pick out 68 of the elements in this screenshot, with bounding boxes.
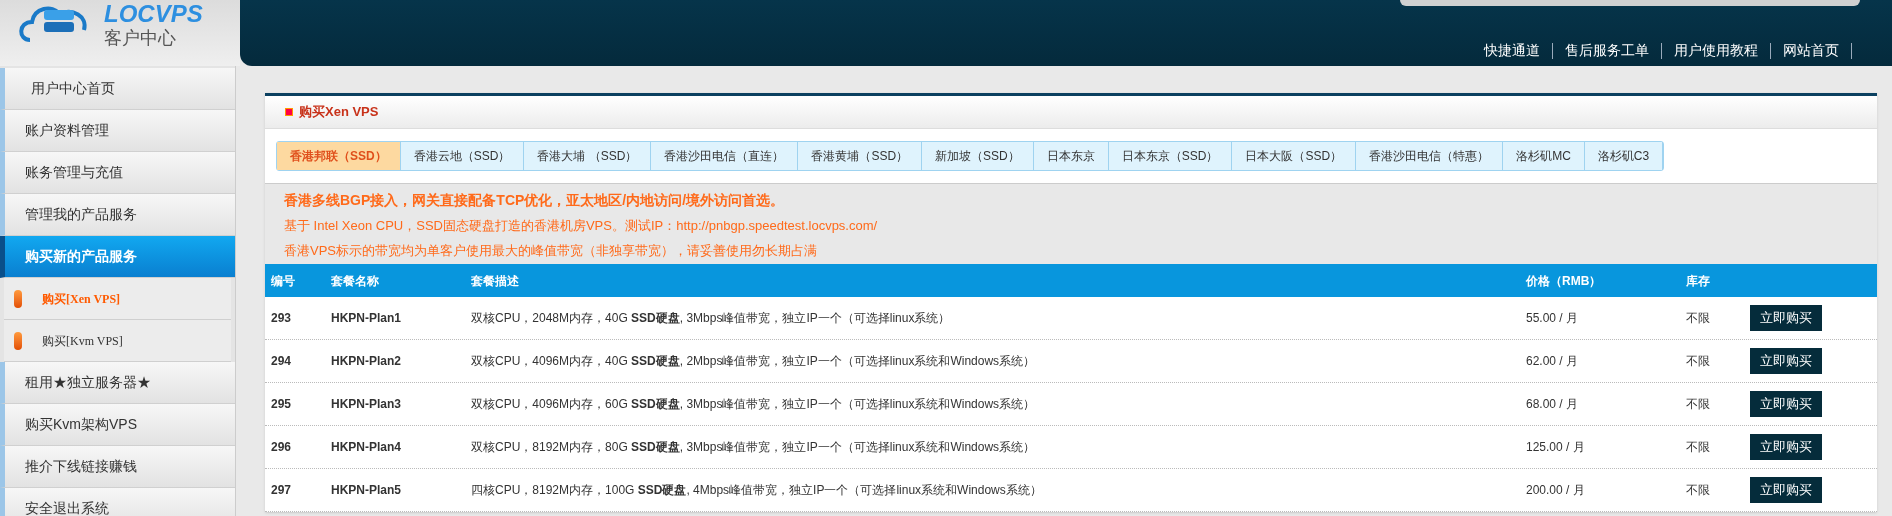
table-cell-text: 双核CPU，2048M内存，40G SSD硬盘, 3Mbps峰值带宽，独立IP一个（可选择linux系统） <box>470 310 952 327</box>
table-cell-text: 296 <box>270 439 293 456</box>
table-cell-text: 不限 <box>1685 310 1711 327</box>
top-nav-link[interactable]: 快捷通道 <box>1472 40 1552 61</box>
table-cell-text: 不限 <box>1685 482 1711 499</box>
region-tab[interactable]: 香港大埔 （SSD） <box>524 142 652 170</box>
buy-button[interactable]: 立即购买 <box>1750 477 1822 503</box>
region-tab[interactable]: 香港沙田电信（直连） <box>651 142 799 170</box>
info-text: 香港VPS标示的带宽均为单客户使用最大的峰值带宽（非独享带宽），请妥善使用勿长期占满 <box>284 241 818 260</box>
region-tab[interactable]: 日本东京 <box>1033 142 1109 170</box>
table-cell-text: 200.00 / 月 <box>1525 482 1586 499</box>
sidebar-item[interactable]: 租用★独立服务器★ <box>0 362 235 404</box>
info-text: 香港多线BGP接入，网关直接配备TCP优化，亚太地区/内地访问/境外访问首选。 <box>284 191 786 210</box>
sidebar-item[interactable]: 管理我的产品服务 <box>0 194 235 236</box>
buy-button[interactable]: 立即购买 <box>1750 434 1822 460</box>
table-cell-text: 125.00 / 月 <box>1525 439 1586 456</box>
bar-icon <box>14 289 22 308</box>
info-text: 基于 Intel Xeon CPU，SSD固态硬盘打造的香港机房VPS。测试IP：http://pnbgp.speedtest.locvps.com/ <box>284 217 879 235</box>
table-cell-text: 294 <box>270 353 293 370</box>
sidebar-item[interactable]: 购买Kvm架构VPS <box>0 404 235 446</box>
table-cell-text: 双核CPU，4096M内存，40G SSD硬盘, 2Mbps峰值带宽，独立IP一个（可选择linux系统和Windows系统） <box>470 353 1037 370</box>
table-cell-text: 不限 <box>1685 353 1711 370</box>
table-cell-text: HKPN-Plan5 <box>330 482 402 499</box>
buy-button[interactable]: 立即购买 <box>1750 348 1822 374</box>
buy-button[interactable]: 立即购买 <box>1750 391 1822 417</box>
top-nav-link[interactable]: 售后服务工单 <box>1553 40 1661 61</box>
region-tab[interactable]: 洛杉矶C3 <box>1584 142 1664 170</box>
sidebar-item[interactable]: 账务管理与充值 <box>0 152 235 194</box>
sidebar-item[interactable]: 账户资料管理 <box>0 110 235 152</box>
column-header: 套餐描述 <box>470 272 520 290</box>
column-header: 库存 <box>1685 272 1711 290</box>
region-tab[interactable]: 日本大阪（SSD） <box>1232 142 1357 170</box>
table-cell-text: 295 <box>270 396 293 413</box>
table-cell-text: HKPN-Plan1 <box>330 310 402 327</box>
region-tab[interactable]: 洛杉矶MC <box>1503 142 1585 170</box>
table-cell-text: 62.00 / 月 <box>1525 353 1580 370</box>
table-cell-text: HKPN-Plan4 <box>330 439 402 456</box>
buy-button[interactable]: 立即购买 <box>1750 305 1822 331</box>
region-tab[interactable]: 香港黄埔（SSD） <box>798 142 923 170</box>
table-cell-text: 55.00 / 月 <box>1525 310 1580 327</box>
top-nav-link[interactable]: 网站首页 <box>1771 40 1851 61</box>
sidebar-item[interactable]: 推介下线链接赚钱 <box>0 446 235 488</box>
logo-subtitle: 客户中心 <box>104 29 177 47</box>
table-cell-text: 293 <box>270 310 293 327</box>
column-header: 套餐名称 <box>330 272 380 290</box>
sidebar-item[interactable]: 安全退出系统 <box>0 488 235 516</box>
table-cell-text: 双核CPU，8192M内存，80G SSD硬盘, 3Mbps峰值带宽，独立IP一个（可选择linux系统和Windows系统） <box>470 439 1037 456</box>
logo-brand: LOCVPS <box>104 2 203 26</box>
table-cell-text: 不限 <box>1685 396 1711 413</box>
table-cell-text: 不限 <box>1685 439 1711 456</box>
column-header: 编号 <box>270 272 296 290</box>
region-tab[interactable]: 新加坡（SSD） <box>922 142 1034 170</box>
region-tab[interactable]: 香港沙田电信（特惠） <box>1356 142 1504 170</box>
region-tab[interactable]: 日本东京（SSD） <box>1108 142 1233 170</box>
table-cell-text: HKPN-Plan3 <box>330 396 402 413</box>
sidebar-item[interactable]: 用户中心首页 <box>0 68 235 110</box>
table-cell-text: HKPN-Plan2 <box>330 353 402 370</box>
table-cell-text: 四核CPU，8192M内存，100G SSD硬盘, 4Mbps峰值带宽，独立IP一个（可选择linux系统和Windows系统） <box>470 482 1043 499</box>
table-cell-text: 297 <box>270 482 293 499</box>
panel-title: 购买Xen VPS <box>299 103 379 122</box>
square-bullet-icon <box>285 108 293 116</box>
column-header: 价格（RMB） <box>1525 272 1603 290</box>
top-nav-link[interactable]: 用户使用教程 <box>1662 40 1770 61</box>
table-cell-text: 68.00 / 月 <box>1525 396 1580 413</box>
bar-icon <box>14 331 22 350</box>
table-cell-text: 双核CPU，4096M内存，60G SSD硬盘, 3Mbps峰值带宽，独立IP一个（可选择linux系统和Windows系统） <box>470 396 1037 413</box>
sidebar-subitem[interactable]: 购买[Kvm VPS] <box>42 331 123 350</box>
region-tab[interactable]: 香港云地（SSD） <box>400 142 525 170</box>
